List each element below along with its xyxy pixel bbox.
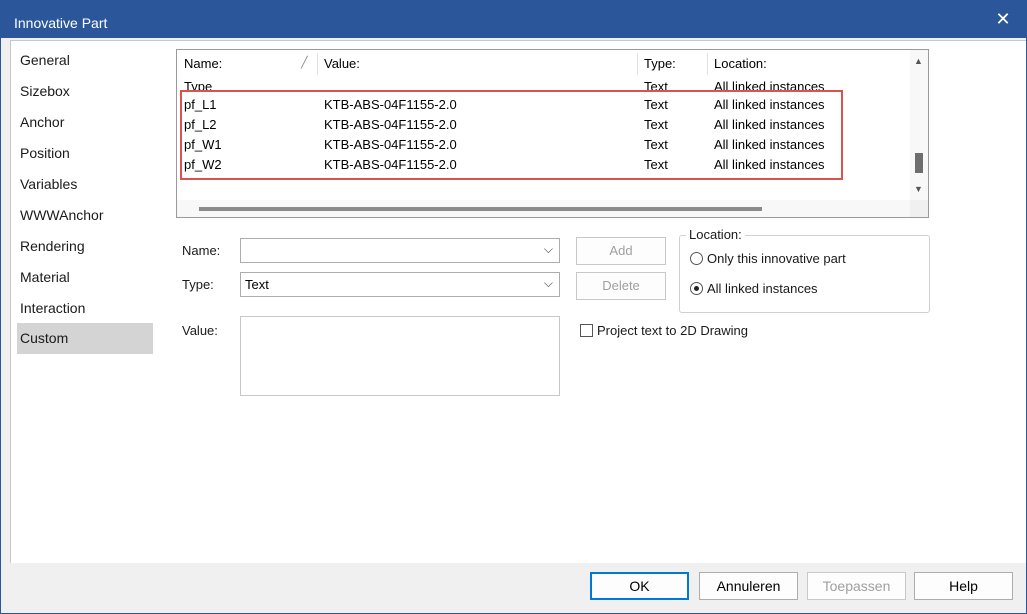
type-combobox-value: Text — [245, 277, 269, 292]
ok-button[interactable]: OK — [590, 572, 689, 600]
type-label: Type: — [182, 277, 214, 292]
dialog-window: Innovative Part ✕ General Sizebox Anchor… — [0, 0, 1027, 614]
sidebar-item-rendering[interactable]: Rendering — [17, 231, 153, 262]
column-header-type[interactable]: Type: — [644, 56, 676, 71]
radio-selected-dot — [694, 286, 699, 291]
cell-value: KTB-ABS-04F1155-2.0 — [324, 117, 457, 132]
table-row[interactable]: pf_L1 KTB-ABS-04F1155-2.0 Text All linke… — [177, 94, 907, 114]
custom-panel: Name: ╱ Value: Type: Location: Type Text… — [159, 40, 1026, 564]
delete-button[interactable]: Delete — [576, 272, 666, 300]
scroll-down-icon[interactable]: ▼ — [914, 184, 923, 194]
scroll-up-icon[interactable]: ▲ — [914, 56, 923, 66]
cell-name: pf_L1 — [184, 97, 217, 112]
cell-location: All linked instances — [714, 137, 825, 152]
cell-name: pf_W2 — [184, 157, 222, 172]
project-2d-checkbox[interactable] — [580, 324, 593, 337]
cell-name: pf_L2 — [184, 117, 217, 132]
value-label: Value: — [182, 323, 218, 338]
sidebar-item-material[interactable]: Material — [17, 262, 153, 293]
sidebar-item-sizebox[interactable]: Sizebox — [17, 76, 153, 107]
project-2d-label[interactable]: Project text to 2D Drawing — [597, 323, 748, 338]
cell-value: KTB-ABS-04F1155-2.0 — [324, 157, 457, 172]
radio-only-this-part-label[interactable]: Only this innovative part — [707, 251, 846, 266]
sort-indicator-icon: ╱ — [301, 57, 308, 69]
scrollbar-corner — [910, 200, 928, 217]
cell-type: Text — [644, 117, 668, 132]
chevron-down-icon[interactable]: ⌵ — [544, 276, 553, 291]
apply-button[interactable]: Toepassen — [807, 572, 906, 600]
cell-value: KTB-ABS-04F1155-2.0 — [324, 137, 457, 152]
cell-location: All linked instances — [714, 79, 825, 90]
radio-only-this-part[interactable] — [690, 252, 703, 265]
close-icon: ✕ — [995, 9, 1011, 29]
cell-location: All linked instances — [714, 117, 825, 132]
dialog-footer: OK Annuleren Toepassen Help — [1, 563, 1026, 613]
sidebar-item-anchor[interactable]: Anchor — [17, 107, 153, 138]
vertical-scroll-thumb[interactable] — [915, 153, 923, 173]
column-separator[interactable] — [317, 53, 318, 75]
column-separator[interactable] — [637, 53, 638, 75]
help-button[interactable]: Help — [914, 572, 1013, 600]
title-bar: Innovative Part ✕ — [1, 1, 1026, 38]
column-separator[interactable] — [707, 53, 708, 75]
table-row[interactable]: Type Text All linked instances — [177, 76, 907, 90]
add-button[interactable]: Add — [576, 237, 666, 265]
value-textarea[interactable] — [240, 316, 560, 396]
vertical-scrollbar[interactable]: ▲ ▼ — [910, 50, 928, 200]
cell-location: All linked instances — [714, 97, 825, 112]
cell-location: All linked instances — [714, 157, 825, 172]
close-button[interactable]: ✕ — [988, 5, 1018, 33]
table-row[interactable]: pf_L2 KTB-ABS-04F1155-2.0 Text All linke… — [177, 114, 907, 134]
name-combobox[interactable]: ⌵ — [240, 238, 560, 263]
radio-all-linked-instances[interactable] — [690, 282, 703, 295]
column-header-value[interactable]: Value: — [324, 56, 360, 71]
window-title: Innovative Part — [14, 15, 108, 31]
chevron-down-icon[interactable]: ⌵ — [544, 242, 553, 257]
column-header-name[interactable]: Name: — [184, 56, 222, 71]
dialog-content: General Sizebox Anchor Position Variable… — [1, 38, 1026, 613]
table-row[interactable]: pf_W1 KTB-ABS-04F1155-2.0 Text All linke… — [177, 134, 907, 154]
cancel-button[interactable]: Annuleren — [699, 572, 798, 600]
cell-type: Text — [644, 79, 668, 90]
location-group-label: Location: — [686, 227, 745, 242]
radio-all-linked-instances-label[interactable]: All linked instances — [707, 281, 818, 296]
cell-value: KTB-ABS-04F1155-2.0 — [324, 97, 457, 112]
table-row[interactable]: pf_W2 KTB-ABS-04F1155-2.0 Text All linke… — [177, 154, 907, 174]
cell-type: Text — [644, 97, 668, 112]
sidebar-item-wwwanchor[interactable]: WWWAnchor — [17, 200, 153, 231]
horizontal-scroll-thumb[interactable] — [199, 207, 762, 211]
cell-name: Type — [184, 79, 213, 90]
location-group — [679, 235, 930, 313]
custom-properties-list[interactable]: Name: ╱ Value: Type: Location: Type Text… — [176, 49, 929, 218]
cell-name: pf_W1 — [184, 137, 222, 152]
cell-type: Text — [644, 157, 668, 172]
sidebar-item-position[interactable]: Position — [17, 138, 153, 169]
column-header-location[interactable]: Location: — [714, 56, 767, 71]
sidebar-item-interaction[interactable]: Interaction — [17, 293, 153, 324]
name-label: Name: — [182, 243, 221, 258]
horizontal-scrollbar[interactable] — [177, 200, 910, 217]
type-combobox[interactable]: Text ⌵ — [240, 272, 560, 297]
sidebar-item-variables[interactable]: Variables — [17, 169, 153, 200]
category-sidebar: General Sizebox Anchor Position Variable… — [10, 40, 160, 564]
sidebar-item-custom[interactable]: Custom — [17, 323, 153, 354]
sidebar-item-general[interactable]: General — [17, 45, 153, 76]
cell-type: Text — [644, 137, 668, 152]
